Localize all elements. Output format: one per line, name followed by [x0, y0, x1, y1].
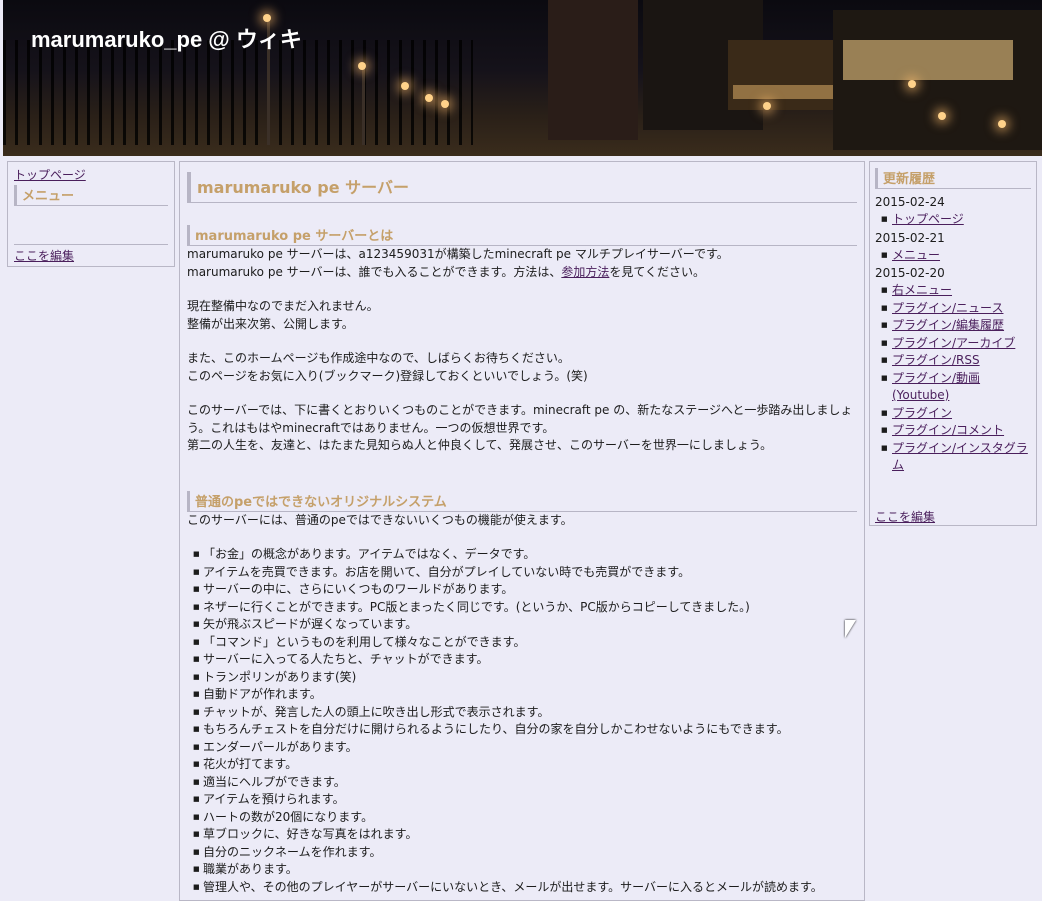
header-banner: marumaruko_pe @ ウィキ [3, 0, 1042, 156]
update-link[interactable]: プラグイン/インスタグラム [892, 441, 1028, 473]
list-item: ネザーに行くことができます。PC版とまったく同じです。(というか、PC版からコピ… [193, 599, 857, 617]
paragraph: 整備が出来次第、公開します。 [187, 316, 354, 331]
paragraph: marumaruko pe サーバーは、誰でも入ることができます。方法は、参加方… [187, 264, 857, 282]
list-item: 「コマンド」というものを利用して様々なことができます。 [193, 634, 857, 652]
update-link[interactable]: 右メニュー [892, 283, 952, 297]
list-item: メニュー [881, 247, 1031, 265]
update-date: 2015-02-20 [875, 266, 945, 280]
list-item: アイテムを預けられます。 [193, 791, 857, 809]
banner-lamp [763, 102, 771, 110]
list-item: エンダーパールがあります。 [193, 739, 857, 757]
banner-lamp [938, 112, 946, 120]
banner-windows [843, 40, 1013, 80]
right-menu-footer: ここを編集 [875, 508, 1031, 525]
update-date: 2015-02-24 [875, 195, 945, 209]
paragraph: 現在整備中なのでまだ入れません。 [187, 299, 379, 313]
list-item: 自動ドアが作れます。 [193, 686, 857, 704]
paragraph: marumaruko pe サーバーは、a123459031が構築したminec… [187, 247, 729, 261]
banner-fence [3, 40, 473, 145]
left-menu-footer: ここを編集 [14, 244, 168, 264]
right-edit-link[interactable]: ここを編集 [875, 510, 935, 524]
banner-lamp [998, 120, 1006, 128]
paragraph-text: を見てください。 [609, 264, 706, 279]
join-method-link[interactable]: 参加方法 [561, 265, 609, 279]
list-item: プラグイン/RSS [881, 352, 1031, 370]
list-item: プラグイン/コメント [881, 422, 1031, 440]
paragraph-text: marumaruko pe サーバーは、誰でも入ることができます。方法は、 [187, 264, 562, 279]
update-link[interactable]: プラグイン/編集履歴 [892, 318, 1004, 332]
main-content: marumaruko pe サーバー marumaruko pe サーバーとは … [179, 161, 865, 901]
list-item: サーバーの中に、さらにいくつものワールドがあります。 [193, 581, 857, 599]
list-item: プラグイン/アーカイブ [881, 335, 1031, 353]
update-list: トップページ [875, 211, 1031, 229]
update-link-top-page[interactable]: トップページ [892, 212, 964, 226]
list-item: もちろんチェストを自分だけに開けられるようにしたり、自分の家を自分しかこわせない… [193, 721, 857, 739]
banner-lamp [441, 100, 449, 108]
left-menu: トップページ メニュー ここを編集 [7, 161, 175, 267]
list-item: プラグイン/編集履歴 [881, 317, 1031, 335]
update-link[interactable]: プラグイン [892, 406, 952, 420]
list-item: アイテムを売買できます。お店を開いて、自分がプレイしていない時でも売買ができます… [193, 564, 857, 582]
feature-list: 「お金」の概念があります。アイテムではなく、データです。 アイテムを売買できます… [187, 546, 857, 896]
list-item: チャットが、発言した人の頭上に吹き出し形式で表示されます。 [193, 704, 857, 722]
update-date: 2015-02-21 [875, 230, 945, 245]
update-history-heading: 更新履歴 [875, 168, 1031, 189]
list-item: プラグイン/インスタグラム [881, 440, 1031, 475]
list-item: 管理人や、その他のプレイヤーがサーバーにいないとき、メールが出せます。サーバーに… [193, 879, 857, 897]
update-link[interactable]: プラグイン/RSS [892, 353, 980, 367]
menu-link-top-page[interactable]: トップページ [14, 168, 86, 182]
update-list: 右メニュー プラグイン/ニュース プラグイン/編集履歴 プラグイン/アーカイブ … [875, 282, 1031, 475]
paragraph: このサーバーには、普通のpeではできないいくつもの機能が使えます。 [187, 512, 573, 527]
banner-building [833, 10, 1042, 150]
paragraph: 第二の人生を、友達と、はたまた見知らぬ人と仲良くして、発展させ、このサーバーを世… [187, 438, 773, 452]
left-edit-link[interactable]: ここを編集 [14, 249, 74, 263]
banner-lamp [425, 94, 433, 102]
update-link[interactable]: プラグイン/ニュース [892, 301, 1003, 315]
paragraph: このページをお気に入り(ブックマーク)登録しておくといいでしょう。(笑) [187, 368, 588, 383]
paragraph: このサーバーでは、下に書くとおりいくつものことができます。minecraft p… [187, 403, 853, 435]
list-item: 草ブロックに、好きな写真をはれます。 [193, 826, 857, 844]
banner-pole [362, 65, 365, 145]
update-link[interactable]: プラグイン/動画(Youtube) [892, 371, 980, 403]
list-item: 自分のニックネームを作れます。 [193, 844, 857, 862]
list-item: サーバーに入ってる人たちと、チャットができます。 [193, 651, 857, 669]
update-list: メニュー [875, 247, 1031, 265]
banner-building [548, 0, 638, 140]
update-link-menu[interactable]: メニュー [892, 248, 940, 262]
page-title: marumaruko pe サーバー [187, 172, 857, 203]
update-link[interactable]: プラグイン/アーカイブ [892, 336, 1015, 350]
section-heading-original-system: 普通のpeではできないオリジナルシステム [187, 490, 857, 512]
list-item: プラグイン [881, 405, 1031, 423]
list-item: トップページ [881, 211, 1031, 229]
list-item: 右メニュー [881, 282, 1031, 300]
list-item: トランポリンがあります(笑) [193, 669, 857, 687]
update-link[interactable]: プラグイン/コメント [892, 423, 1004, 437]
banner-lamp [908, 80, 916, 88]
list-item: 「お金」の概念があります。アイテムではなく、データです。 [193, 546, 857, 564]
site-title[interactable]: marumaruko_pe @ ウィキ [31, 22, 302, 54]
banner-lamp [401, 82, 409, 90]
banner-lamp [358, 62, 366, 70]
section-heading-about: marumaruko pe サーバーとは [187, 225, 857, 246]
menu-heading: メニュー [14, 185, 168, 206]
list-item: プラグイン/ニュース [881, 300, 1031, 318]
right-menu: 更新履歴 2015-02-24 トップページ 2015-02-21 メニュー 2… [869, 161, 1037, 526]
list-item: 花火が打てます。 [193, 756, 857, 774]
list-item: 職業があります。 [193, 861, 857, 879]
banner-lamp [263, 14, 271, 22]
list-item: 適当にヘルプができます。 [193, 774, 857, 792]
list-item: 矢が飛ぶスピードが遅くなっています。 [193, 616, 857, 634]
paragraph: また、このホームページも作成途中なので、しばらくお待ちください。 [187, 351, 570, 365]
list-item: ハートの数が20個になります。 [193, 809, 857, 827]
list-item: プラグイン/動画(Youtube) [881, 370, 1031, 405]
mouse-pointer-icon [845, 620, 856, 638]
banner-windows [733, 85, 833, 99]
